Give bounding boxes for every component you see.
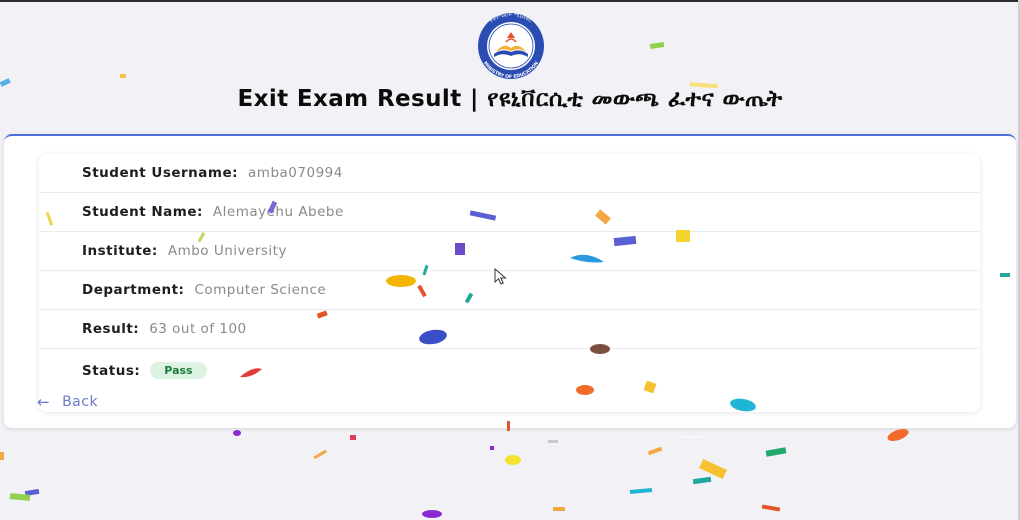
result-label: Result: bbox=[82, 321, 140, 337]
result-value: 63 out of 100 bbox=[149, 321, 247, 337]
institute-value: Ambo University bbox=[167, 243, 287, 259]
status-row: Status: Pass bbox=[39, 351, 980, 390]
student-name-row: Student Name: Alemayehu Abebe bbox=[39, 193, 980, 232]
ministry-of-education-logo: የትምህርት ሚኒስቴር MINISTRY OF EDUCATION bbox=[427, 12, 595, 80]
exit-exam-result-page: የትምህርት ሚኒስቴር MINISTRY OF EDUCATION Exit … bbox=[0, 0, 1020, 520]
department-label: Department: bbox=[82, 282, 185, 298]
student-name-value: Alemayehu Abebe bbox=[212, 204, 344, 220]
back-link[interactable]: ← Back bbox=[37, 393, 98, 411]
username-value: amba070994 bbox=[248, 165, 343, 181]
arrow-left-icon: ← bbox=[37, 393, 51, 411]
result-row: Result: 63 out of 100 bbox=[39, 310, 980, 349]
institute-row: Institute: Ambo University bbox=[39, 232, 980, 271]
student-name-label: Student Name: bbox=[82, 204, 203, 220]
username-row: Student Username: amba070994 bbox=[39, 154, 980, 193]
mouse-cursor-icon bbox=[494, 268, 507, 285]
window-top-border bbox=[0, 0, 1020, 2]
status-label: Status: bbox=[82, 362, 141, 379]
status-badge: Pass bbox=[150, 362, 207, 379]
page-title: Exit Exam Result | የዩኒቨርሲቲ መውጫ ፈተና ውጤት bbox=[237, 86, 783, 112]
department-value: Computer Science bbox=[194, 282, 327, 298]
back-link-label: Back bbox=[62, 394, 99, 410]
username-label: Student Username: bbox=[82, 165, 239, 181]
institute-label: Institute: bbox=[82, 243, 158, 259]
